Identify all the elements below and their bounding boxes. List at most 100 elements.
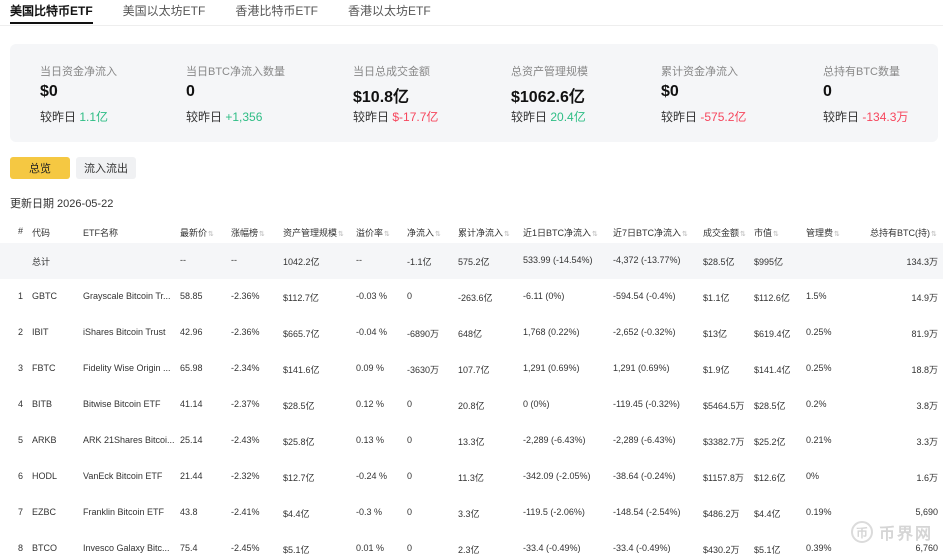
- cell-volume: $13亿: [703, 329, 728, 339]
- cell-volume: $5464.5万: [703, 401, 745, 411]
- cell-premium: -0.24 %: [356, 471, 388, 481]
- header-cum-inflow[interactable]: 累计净流入⇅: [458, 226, 510, 239]
- cell-change: -2.36%: [231, 327, 260, 337]
- table-row[interactable]: 7 EZBC Franklin Bitcoin ETF 43.8 -2.41% $4.4亿…: [0, 495, 943, 531]
- cell-btc-1d: 0 (0%): [523, 399, 550, 409]
- cell-volume: $1.9亿: [703, 365, 730, 375]
- cell-num: 6: [18, 471, 24, 481]
- cell-mcap: $619.4亿: [754, 329, 791, 339]
- cell-name: iShares Bitcoin Trust: [83, 327, 166, 337]
- cell-aum: $12.7亿: [283, 473, 315, 483]
- cell-code: BTCO: [32, 543, 58, 553]
- cell-name: Grayscale Bitcoin Tr...: [83, 291, 171, 301]
- table-row[interactable]: 2 IBIT iShares Bitcoin Trust 42.96 -2.36% $66…: [0, 315, 943, 351]
- header-code: 代码: [32, 228, 51, 238]
- header-btc-7d[interactable]: 近7日BTC净流入⇅: [613, 226, 688, 239]
- cell-price: 25.14: [180, 435, 203, 445]
- watermark-text: 币界网: [878, 526, 933, 543]
- table-row[interactable]: 3 FBTC Fidelity Wise Origin ... 65.98 -2.34%…: [0, 351, 943, 387]
- sort-icon[interactable]: ⇅: [435, 231, 441, 238]
- cell-fee: 0%: [806, 471, 820, 481]
- cell-num: 4: [18, 399, 24, 409]
- cell-btc-1d: -6.11 (0%): [523, 291, 565, 301]
- header-aum[interactable]: 资产管理规模⇅: [283, 226, 344, 239]
- header-inflow[interactable]: 净流入⇅: [407, 226, 441, 239]
- cell-fee: 0.25%: [806, 327, 832, 337]
- table-row[interactable]: 4 BITB Bitwise Bitcoin ETF 41.14 -2.37% $28.5…: [0, 387, 943, 423]
- cell-mcap: $25.2亿: [754, 437, 786, 447]
- sort-icon[interactable]: ⇅: [338, 231, 344, 238]
- cell-inflow: -1.1亿: [407, 257, 432, 267]
- sort-icon[interactable]: ⇅: [504, 231, 510, 238]
- sort-icon[interactable]: ⇅: [834, 231, 840, 238]
- header-btc-1d[interactable]: 近1日BTC净流入⇅: [523, 226, 598, 239]
- table-row[interactable]: 6 HODL VanEck Bitcoin ETF 21.44 -2.32% $12.7亿…: [0, 459, 943, 495]
- table-row[interactable]: 5 ARKB ARK 21Shares Bitcoi... 25.14 -2.43% $2…: [0, 423, 943, 459]
- cell-btc-7d: -594.54 (-0.4%): [613, 291, 676, 301]
- cell-code: FBTC: [32, 363, 56, 373]
- sort-icon[interactable]: ⇅: [259, 231, 265, 238]
- stat-value: $1062.6亿: [511, 89, 585, 106]
- sort-icon[interactable]: ⇅: [773, 231, 779, 238]
- tab-us-eth-etf[interactable]: 美国以太坊ETF: [123, 0, 206, 25]
- cell-fee: 0.2%: [806, 399, 827, 409]
- cell-name: Franklin Bitcoin ETF: [83, 507, 165, 517]
- cell-holdings: 134.3万: [906, 257, 938, 267]
- cell-inflow: 0: [407, 291, 413, 301]
- cell-change: -2.34%: [231, 363, 260, 373]
- cell-aum: $141.6亿: [283, 365, 320, 375]
- update-date: 更新日期 2026-05-22: [10, 198, 114, 210]
- cell-holdings: 14.9万: [911, 293, 938, 303]
- cell-holdings: 18.8万: [911, 365, 938, 375]
- cell-btc-7d: -2,652 (-0.32%): [613, 327, 676, 337]
- sort-icon[interactable]: ⇅: [682, 231, 688, 238]
- overview-button[interactable]: 总览: [10, 157, 70, 179]
- tab-hk-eth-etf[interactable]: 香港以太坊ETF: [348, 0, 431, 25]
- header-change[interactable]: 涨幅榜⇅: [231, 226, 265, 239]
- cell-holdings: 3.3万: [916, 437, 938, 447]
- cell-price: 58.85: [180, 291, 203, 301]
- header-num: #: [18, 226, 24, 236]
- cell-num: 2: [18, 327, 24, 337]
- cell-premium: --: [356, 255, 362, 265]
- tab-us-btc-etf[interactable]: 美国比特币ETF: [10, 0, 93, 25]
- cell-volume: $3382.7万: [703, 437, 745, 447]
- cell-price: 21.44: [180, 471, 203, 481]
- stat-label: 当日总成交金额: [353, 66, 430, 78]
- stat-change: 较昨日 -134.3万: [823, 110, 909, 124]
- header-premium[interactable]: 溢价率⇅: [356, 226, 390, 239]
- sort-icon[interactable]: ⇅: [592, 231, 598, 238]
- header-fee[interactable]: 管理费⇅: [806, 226, 840, 239]
- cell-btc-7d: 1,291 (0.69%): [613, 363, 670, 373]
- cell-inflow: 0: [407, 507, 413, 517]
- tab-hk-btc-etf[interactable]: 香港比特币ETF: [235, 0, 318, 25]
- stat-change: 较昨日 20.4亿: [511, 110, 586, 124]
- table-header: # 代码 ETF名称 最新价⇅ 涨幅榜⇅ 资产管理规模⇅ 溢价率⇅ 净流入⇅ 累…: [0, 221, 943, 243]
- header-price[interactable]: 最新价⇅: [180, 226, 214, 239]
- header-holdings[interactable]: 总持有BTC(持)⇅: [870, 226, 937, 239]
- cell-fee: 0.25%: [806, 363, 832, 373]
- sort-icon[interactable]: ⇅: [740, 231, 746, 238]
- stat-label: 总持有BTC数量: [823, 66, 900, 78]
- cell-btc-1d: -2,289 (-6.43%): [523, 435, 586, 445]
- cell-change: -2.43%: [231, 435, 260, 445]
- cell-btc-7d: -4,372 (-13.77%): [613, 255, 681, 265]
- header-mcap[interactable]: 市值⇅: [754, 226, 779, 239]
- table-row[interactable]: 8 BTCO Invesco Galaxy Bitc... 75.4 -2.45% $5.…: [0, 531, 943, 556]
- table-row[interactable]: 1 GBTC Grayscale Bitcoin Tr... 58.85 -2.36% $…: [0, 279, 943, 315]
- sort-icon[interactable]: ⇅: [208, 231, 214, 238]
- inflow-outflow-button[interactable]: 流入流出: [76, 157, 136, 179]
- sort-icon[interactable]: ⇅: [384, 231, 390, 238]
- cell-cum-inflow: 648亿: [458, 329, 483, 339]
- cell-aum: $4.4亿: [283, 509, 310, 519]
- cell-aum: $112.7亿: [283, 293, 319, 303]
- cell-premium: -0.04 %: [356, 327, 388, 337]
- stat-change: 较昨日 +1,356: [186, 110, 263, 124]
- cell-fee: 0.19%: [806, 507, 832, 517]
- cell-premium: 0.12 %: [356, 399, 385, 409]
- header-volume[interactable]: 成交金额⇅: [703, 226, 746, 239]
- cell-premium: 0.01 %: [356, 543, 385, 553]
- cell-premium: -0.3 %: [356, 507, 383, 517]
- cell-mcap: $995亿: [754, 257, 784, 267]
- sort-icon[interactable]: ⇅: [931, 231, 937, 238]
